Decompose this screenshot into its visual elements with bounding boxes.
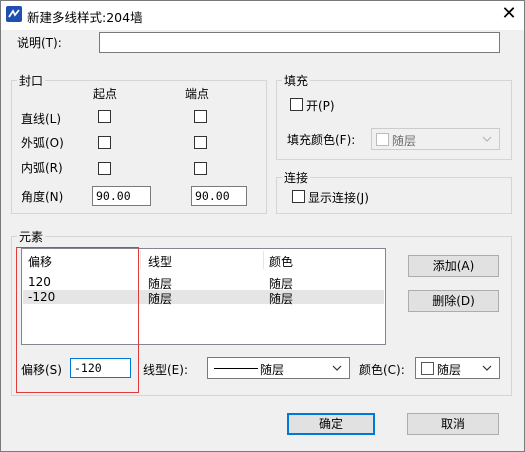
fill-color-label: 填充颜色(F): <box>287 133 356 147</box>
color-select[interactable]: 随层 <box>415 357 500 379</box>
delete-element-button[interactable]: 删除(D) <box>408 290 499 312</box>
linetype-label: 线型(E): <box>143 363 188 377</box>
inner-arc-label: 内弧(R) <box>21 161 63 175</box>
line-end-checkbox[interactable] <box>194 110 207 123</box>
connections-group-title: 连接 <box>282 169 311 186</box>
ok-button[interactable]: 确定 <box>287 413 375 435</box>
column-separator <box>263 251 264 269</box>
inner-arc-start-checkbox[interactable] <box>98 162 111 175</box>
row-linetype: 随层 <box>148 292 173 306</box>
end-angle-value: 90.00 <box>195 189 230 203</box>
linetype-sample <box>214 368 258 369</box>
cancel-button[interactable]: 取消 <box>407 413 499 435</box>
outer-arc-start-checkbox[interactable] <box>98 136 111 149</box>
caps-end-header: 端点 <box>185 87 210 101</box>
fill-color-select[interactable]: 随层 <box>371 128 500 150</box>
highlight-frame <box>16 247 139 393</box>
end-angle-input[interactable]: 90.00 <box>191 186 247 206</box>
description-label: 说明(T): <box>17 36 62 50</box>
fill-color-swatch <box>376 133 389 146</box>
line-cap-label: 直线(L) <box>21 112 62 126</box>
fill-on-label: 开(P) <box>306 99 335 113</box>
window-title: 新建多线样式:204墙 <box>27 10 143 25</box>
description-input[interactable] <box>99 32 500 53</box>
chevron-down-icon <box>482 365 492 371</box>
outer-arc-end-checkbox[interactable] <box>194 136 207 149</box>
outer-arc-label: 外弧(O) <box>21 136 64 150</box>
add-element-button[interactable]: 添加(A) <box>408 255 499 277</box>
show-connections-label: 显示连接(J) <box>308 191 369 205</box>
elements-group-title: 元素 <box>17 228 46 245</box>
caps-start-header: 起点 <box>93 87 118 101</box>
column-separator <box>140 251 141 269</box>
close-icon[interactable]: ✕ <box>498 3 520 25</box>
column-header-color[interactable]: 颜色 <box>269 253 293 270</box>
angle-label: 角度(N) <box>21 190 64 204</box>
color-label: 颜色(C): <box>359 363 405 377</box>
fill-on-checkbox[interactable] <box>290 98 303 111</box>
line-start-checkbox[interactable] <box>98 110 111 123</box>
row-color: 随层 <box>269 292 294 306</box>
caps-group-title: 封口 <box>17 72 46 89</box>
show-connections-checkbox[interactable] <box>292 190 305 203</box>
start-angle-input[interactable]: 90.00 <box>92 186 151 206</box>
chevron-down-icon <box>482 136 492 142</box>
linetype-value: 随层 <box>260 363 285 377</box>
chevron-down-icon <box>332 365 342 371</box>
fill-group-title: 填充 <box>282 72 311 89</box>
color-value: 随层 <box>437 363 462 377</box>
column-header-linetype[interactable]: 线型 <box>148 253 172 270</box>
fill-color-value: 随层 <box>392 134 417 148</box>
start-angle-value: 90.00 <box>96 189 131 203</box>
linetype-select[interactable]: 随层 <box>207 357 350 379</box>
app-logo-icon <box>6 6 22 22</box>
inner-arc-end-checkbox[interactable] <box>194 162 207 175</box>
color-swatch <box>421 362 434 375</box>
